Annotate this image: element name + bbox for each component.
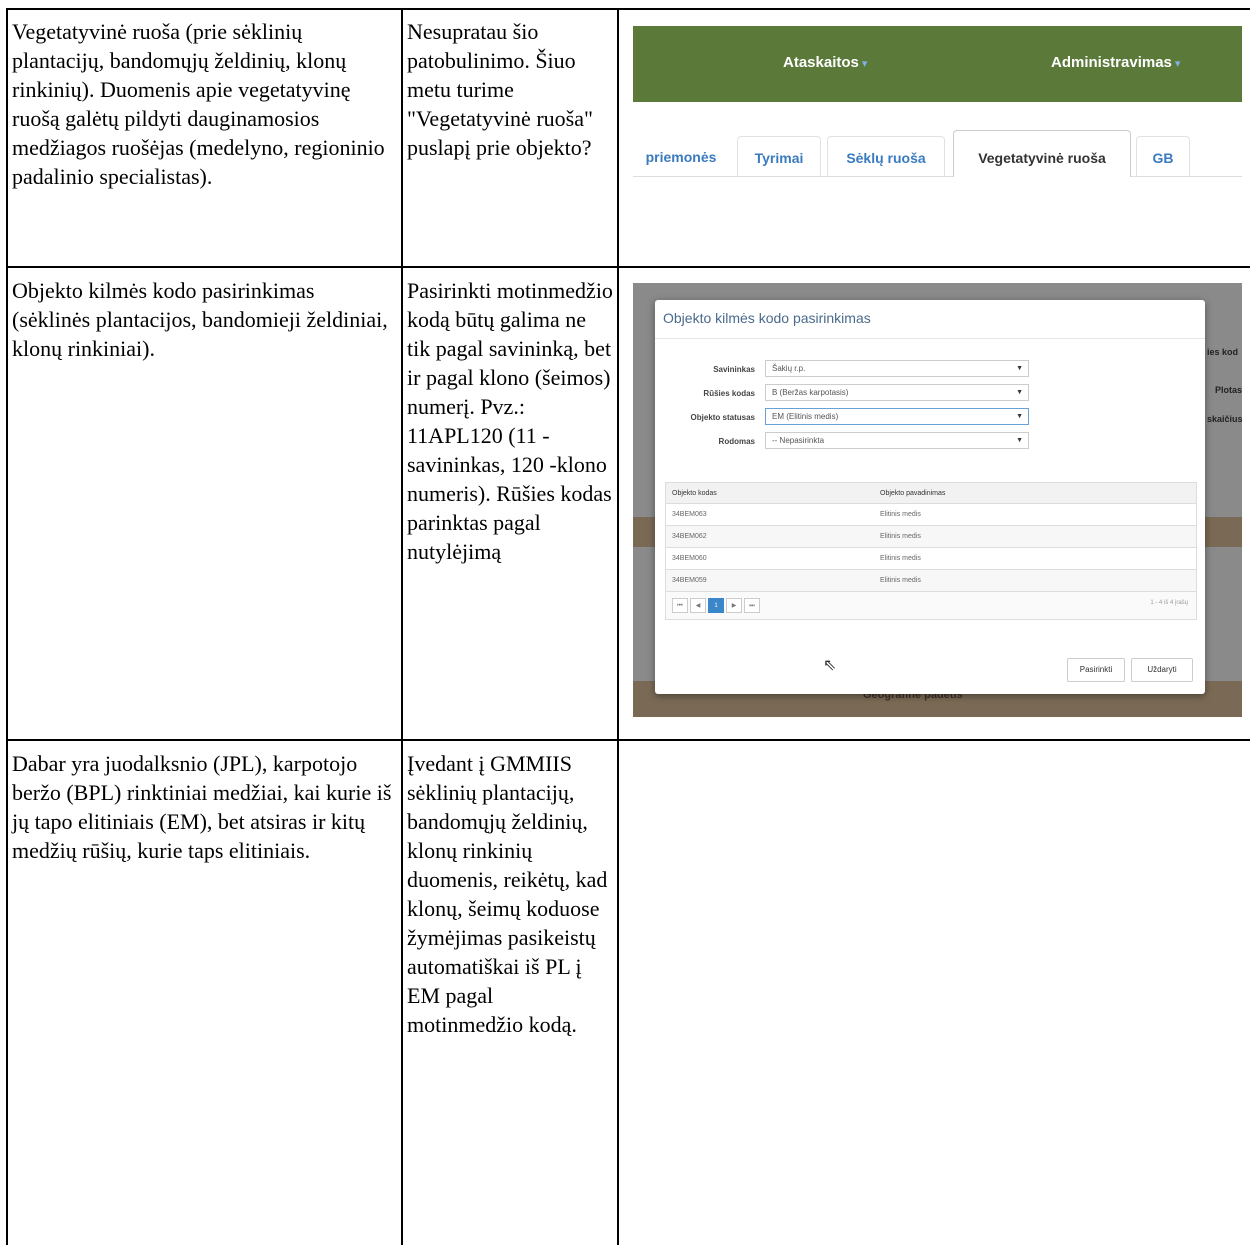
chevron-down-icon: ▼ xyxy=(1016,413,1023,420)
row1-comment-text: Nesupratau šio patobulinimo. Šiuo metu t… xyxy=(407,19,593,160)
row2-comment-text: Pasirinkti motinmedžio kodą būtų galima … xyxy=(407,278,613,564)
chevron-down-icon: ▾ xyxy=(1174,58,1181,70)
shown-select-value: -- Nepasirinkta xyxy=(772,436,825,445)
nav-reports-label: Ataskaitos xyxy=(783,54,859,71)
grid-cell-code: 34BEM059 xyxy=(672,577,707,584)
table-border-row1 xyxy=(6,266,1250,268)
screenshot-modal: Geografinė padėtis ies kod Plotas skaiči… xyxy=(633,283,1242,717)
tab-tyrimai[interactable]: Tyrimai xyxy=(737,136,821,176)
grid-header-row: Objekto kodas Objekto pavadinimas xyxy=(665,482,1197,504)
object-grid: Objekto kodas Objekto pavadinimas 34BEM0… xyxy=(665,482,1197,592)
grid-cell-name: Elitinis medis xyxy=(880,555,921,562)
prev-page-icon[interactable]: ◀ xyxy=(690,598,706,613)
background-plotas-text: Plotas xyxy=(1215,385,1242,395)
screenshot-tabs: Ataskaitos ▾ Administravimas ▾ priemonės T… xyxy=(633,26,1242,190)
chevron-down-icon: ▼ xyxy=(1016,437,1023,444)
row1-comment: Nesupratau šio patobulinimo. Šiuo metu t… xyxy=(407,17,613,162)
nav-administration[interactable]: Administravimas ▾ xyxy=(1051,54,1180,71)
species-select-value: B (Beržas karpotasis) xyxy=(772,388,849,397)
table-border-col2 xyxy=(617,8,619,1245)
owner-label: Savininkas xyxy=(713,365,755,374)
grid-cell-code: 34BEM063 xyxy=(672,511,707,518)
table-row[interactable]: 34BEM059 Elitinis medis xyxy=(665,570,1197,592)
chevron-down-icon: ▼ xyxy=(1016,365,1023,372)
owner-select-value: Šakių r.p. xyxy=(772,364,806,373)
grid-header-name[interactable]: Objekto pavadinimas xyxy=(880,483,945,504)
close-button[interactable]: Uždaryti xyxy=(1131,658,1193,682)
first-page-icon[interactable]: ⏮ xyxy=(672,598,688,613)
tab-seklu-ruosa[interactable]: Sėklų ruoša xyxy=(827,136,945,176)
object-code-modal: Objekto kilmės kodo pasirinkimas Savinin… xyxy=(655,300,1205,694)
status-label: Objekto statusas xyxy=(690,413,755,422)
modal-divider xyxy=(655,338,1205,339)
navbar: Ataskaitos ▾ Administravimas ▾ xyxy=(633,26,1242,102)
grid-cell-name: Elitinis medis xyxy=(880,511,921,518)
tab-priemones-label: priemonės xyxy=(645,149,717,165)
row3-description-text: Dabar yra juodalksnio (JPL), karpotojo b… xyxy=(12,751,392,863)
nav-reports[interactable]: Ataskaitos ▾ xyxy=(783,54,867,71)
status-select[interactable]: EM (Elitinis medis) ▼ xyxy=(765,408,1029,425)
next-page-icon[interactable]: ▶ xyxy=(726,598,742,613)
shown-label: Rodomas xyxy=(718,437,755,446)
owner-select[interactable]: Šakių r.p. ▼ xyxy=(765,360,1029,377)
status-select-value: EM (Elitinis medis) xyxy=(772,412,839,421)
table-row[interactable]: 34BEM062 Elitinis medis xyxy=(665,526,1197,548)
tab-seklu-ruosa-label: Sėklų ruoša xyxy=(846,150,926,166)
shown-select[interactable]: -- Nepasirinkta ▼ xyxy=(765,432,1029,449)
grid-header-code[interactable]: Objekto kodas xyxy=(672,483,717,504)
table-border-left xyxy=(6,8,8,1245)
table-row[interactable]: 34BEM063 Elitinis medis xyxy=(665,504,1197,526)
grid-cell-name: Elitinis medis xyxy=(880,577,921,584)
table-row[interactable]: 34BEM060 Elitinis medis xyxy=(665,548,1197,570)
row2-description: Objekto kilmės kodo pasirinkimas (sėklin… xyxy=(12,276,397,363)
nav-administration-label: Administravimas xyxy=(1051,54,1172,71)
table-border-row2 xyxy=(6,739,1250,741)
row1-description-text: Vegetatyvinė ruoša (prie sėklinių planta… xyxy=(12,19,385,189)
row3-comment-text: Įvedant į GMMIIS sėklinių plantacijų, ba… xyxy=(407,751,608,1037)
tab-priemones[interactable]: priemonės xyxy=(633,136,729,176)
row2-description-text: Objekto kilmės kodo pasirinkimas (sėklin… xyxy=(12,278,388,361)
tab-vegetatyvine-ruosa[interactable]: Vegetatyvinė ruoša xyxy=(953,130,1131,177)
row3-description: Dabar yra juodalksnio (JPL), karpotojo b… xyxy=(12,749,397,865)
chevron-down-icon: ▾ xyxy=(861,58,868,70)
row3-comment: Įvedant į GMMIIS sėklinių plantacijų, ba… xyxy=(407,749,613,1039)
background-kod-text: ies kod xyxy=(1207,347,1239,357)
row2-comment: Pasirinkti motinmedžio kodą būtų galima … xyxy=(407,276,613,566)
species-label: Rūšies kodas xyxy=(703,389,755,398)
grid-cell-code: 34BEM062 xyxy=(672,533,707,540)
grid-pager: ⏮ ◀ 1 ▶ ⏭ 1 - 4 iš 4 įrašų xyxy=(665,592,1197,620)
modal-title: Objekto kilmės kodo pasirinkimas xyxy=(663,310,871,326)
mouse-cursor-icon: ⇖ xyxy=(823,657,837,674)
table-border-top xyxy=(6,8,1250,10)
pager-info: 1 - 4 iš 4 įrašų xyxy=(1150,600,1188,606)
grid-cell-code: 34BEM060 xyxy=(672,555,707,562)
tab-bar: priemonės Tyrimai Sėklų ruoša Vegetatyvi… xyxy=(633,130,1242,177)
grid-cell-name: Elitinis medis xyxy=(880,533,921,540)
species-select[interactable]: B (Beržas karpotasis) ▼ xyxy=(765,384,1029,401)
tab-tyrimai-label: Tyrimai xyxy=(754,150,804,166)
current-page-button[interactable]: 1 xyxy=(708,598,724,613)
row1-description: Vegetatyvinė ruoša (prie sėklinių planta… xyxy=(12,17,397,191)
tab-gb[interactable]: GB xyxy=(1136,136,1190,176)
tab-vegetatyvine-ruosa-label: Vegetatyvinė ruoša xyxy=(978,150,1106,166)
last-page-icon[interactable]: ⏭ xyxy=(744,598,760,613)
tab-gb-label: GB xyxy=(1152,150,1174,166)
table-border-col1 xyxy=(401,8,403,1245)
chevron-down-icon: ▼ xyxy=(1016,389,1023,396)
select-button[interactable]: Pasirinkti xyxy=(1067,658,1125,682)
background-skaicius-text: skaičius xyxy=(1207,414,1242,424)
